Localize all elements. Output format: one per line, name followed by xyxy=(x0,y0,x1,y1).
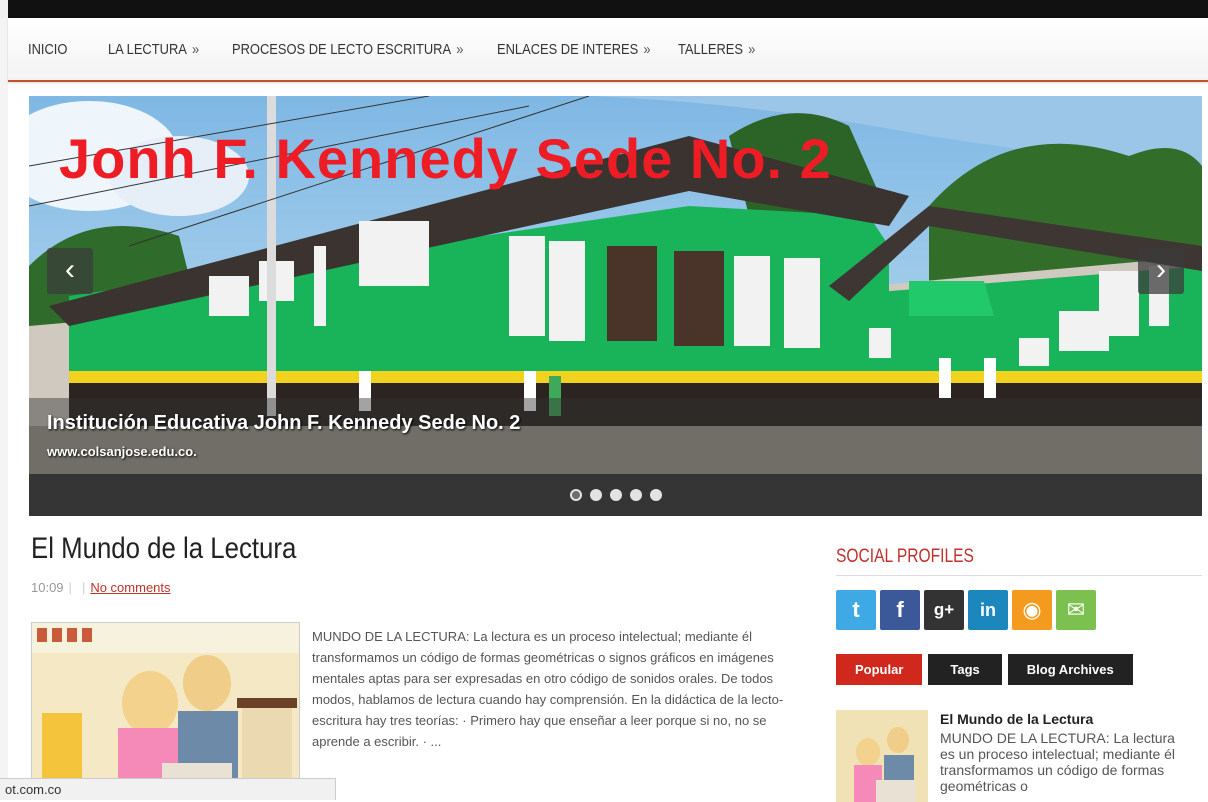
page-left-edge xyxy=(0,18,8,800)
nav-label: PROCESOS DE LECTO ESCRITURA xyxy=(231,40,452,58)
slide-caption-title: Institución Educativa John F. Kennedy Se… xyxy=(47,412,521,434)
chevron-right-icon[interactable]: › xyxy=(1138,248,1184,294)
nav-label: INICIO xyxy=(28,40,68,58)
slide-caption-url: www.colsanjose.edu.co. xyxy=(47,444,197,459)
sidebar-tabs: Popular Tags Blog Archives xyxy=(836,654,1133,685)
comments-link[interactable]: No comments xyxy=(90,580,170,595)
slide-caption: Institución Educativa John F. Kennedy Se… xyxy=(29,398,1202,474)
rss-icon[interactable]: ◉ xyxy=(1012,590,1052,630)
post-title[interactable]: El Mundo de la Lectura xyxy=(31,532,296,566)
popular-post-excerpt: MUNDO DE LA LECTURA: La lectura es un pr… xyxy=(940,730,1176,794)
tab-blog-archives[interactable]: Blog Archives xyxy=(1007,654,1133,685)
post-meta: 10:09 | | No comments xyxy=(31,580,171,595)
browser-status-bar: ot.com.co xyxy=(0,778,336,800)
nav-item-talleres[interactable]: TALLERES» xyxy=(678,41,755,58)
facebook-icon[interactable]: f xyxy=(880,590,920,630)
slider-dot[interactable] xyxy=(569,489,582,501)
social-icons: t f g+ in ◉ ✉ xyxy=(836,590,1096,630)
chevron-right-icon: » xyxy=(747,40,755,58)
slider-dot[interactable] xyxy=(649,489,662,501)
chevron-left-icon[interactable]: ‹ xyxy=(47,248,93,294)
slider-dot[interactable] xyxy=(629,489,642,501)
social-profiles-title: SOCIAL PROFILES xyxy=(836,546,974,567)
image-slider: Jonh F. Kennedy Sede No. 2 ‹ › Instituci… xyxy=(29,96,1202,516)
email-icon[interactable]: ✉ xyxy=(1056,590,1096,630)
nav-item-enlaces[interactable]: ENLACES DE INTERES» xyxy=(497,41,651,58)
browser-top-bar xyxy=(0,0,1208,18)
popular-post-title[interactable]: El Mundo de la Lectura xyxy=(940,711,1093,727)
chevron-right-icon: » xyxy=(456,40,464,58)
google-plus-icon[interactable]: g+ xyxy=(924,590,964,630)
nav-item-la-lectura[interactable]: LA LECTURA» xyxy=(108,41,199,58)
slider-dot[interactable] xyxy=(609,489,622,501)
twitter-icon[interactable]: t xyxy=(836,590,876,630)
slider-dot[interactable] xyxy=(589,489,602,501)
post-thumbnail[interactable] xyxy=(31,622,300,799)
children-reading-image xyxy=(836,710,928,802)
post-time: 10:09 xyxy=(31,580,64,595)
tab-popular[interactable]: Popular xyxy=(836,654,923,685)
post-excerpt: MUNDO DE LA LECTURA: La lectura es un pr… xyxy=(312,629,784,749)
main-navigation: INICIO LA LECTURA» PROCESOS DE LECTO ESC… xyxy=(8,18,1208,82)
slider-pagination xyxy=(29,474,1202,516)
chevron-right-icon: » xyxy=(643,40,651,58)
tab-tags[interactable]: Tags xyxy=(928,654,1002,685)
linkedin-icon[interactable]: in xyxy=(968,590,1008,630)
chevron-right-icon: » xyxy=(191,40,200,58)
meta-separator: | xyxy=(68,580,72,595)
nav-item-inicio[interactable]: INICIO xyxy=(28,41,67,58)
nav-label: TALLERES xyxy=(677,40,743,58)
children-reading-image xyxy=(32,623,299,798)
meta-separator: | xyxy=(81,580,86,595)
popular-post-thumbnail[interactable] xyxy=(836,710,928,802)
slide-overlay-title: Jonh F. Kennedy Sede No. 2 xyxy=(59,127,832,190)
nav-label: LA LECTURA xyxy=(107,40,187,58)
nav-item-procesos[interactable]: PROCESOS DE LECTO ESCRITURA» xyxy=(232,41,463,58)
divider xyxy=(836,575,1202,576)
nav-label: ENLACES DE INTERES xyxy=(497,40,639,58)
